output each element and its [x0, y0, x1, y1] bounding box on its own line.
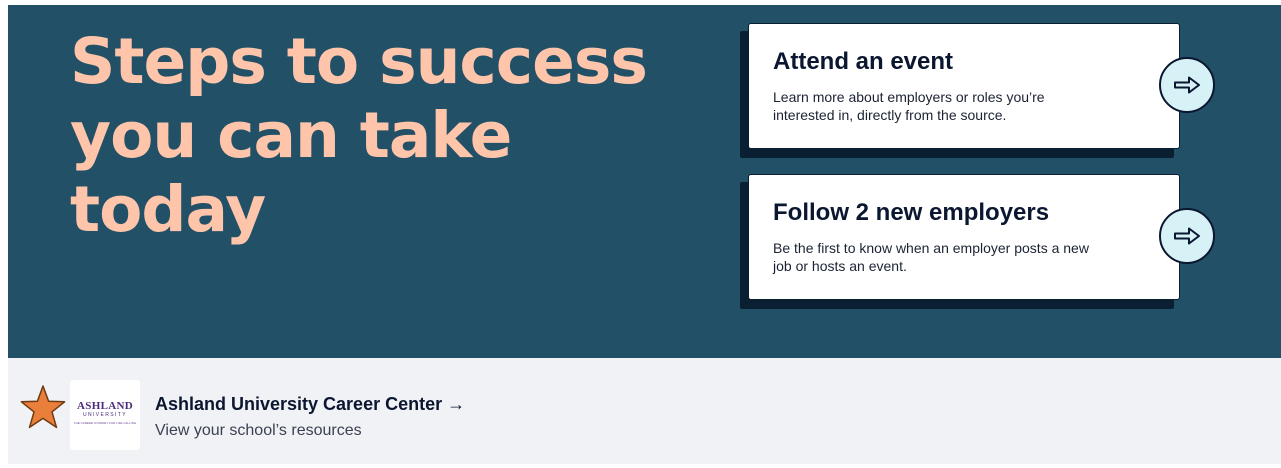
logo-tagline: THE CAREER JOURNEY FOR LIFE CALLING — [73, 421, 137, 425]
step-card-attend-event[interactable]: Attend an event Learn more about employe… — [748, 23, 1215, 149]
logo-sub: UNIVERSITY — [82, 412, 127, 418]
arrow-right-icon — [1174, 76, 1200, 94]
attend-event-arrow-button[interactable] — [1159, 57, 1215, 113]
school-career-center-link[interactable]: Ashland University Career Center → — [155, 394, 465, 415]
follow-employers-arrow-button[interactable] — [1159, 208, 1215, 264]
steps-banner: Steps to success you can take today Atte… — [8, 5, 1281, 358]
card-title: Attend an event — [773, 48, 954, 75]
step-card-follow-employers[interactable]: Follow 2 new employers Be the first to k… — [748, 174, 1215, 300]
banner-headline: Steps to success you can take today — [70, 25, 648, 246]
card-description: Be the first to know when an employer po… — [773, 240, 1089, 274]
school-resources-subtitle: View your school’s resources — [155, 422, 362, 439]
school-resources-bar: ASHLAND UNIVERSITY THE CAREER JOURNEY FO… — [8, 358, 1281, 464]
card-title: Follow 2 new employers — [773, 199, 1050, 226]
school-logo: ASHLAND UNIVERSITY THE CAREER JOURNEY FO… — [70, 380, 140, 450]
arrow-right-icon — [1174, 227, 1200, 245]
card-description: Learn more about employers or roles you’… — [773, 89, 1045, 123]
logo-name: ASHLAND — [77, 400, 133, 412]
star-icon — [20, 385, 66, 429]
